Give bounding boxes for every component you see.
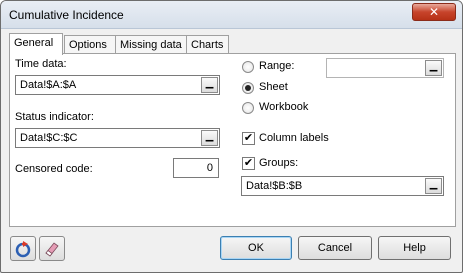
- close-button[interactable]: ✕: [412, 3, 456, 21]
- range-ref-button[interactable]: ▁: [425, 60, 442, 76]
- groups-field[interactable]: Data!$B:$B ▁: [241, 176, 444, 196]
- window-title: Cumulative Incidence: [9, 8, 124, 22]
- groups-value: Data!$B:$B: [246, 180, 303, 192]
- sheet-radio[interactable]: [242, 82, 254, 94]
- reset-button[interactable]: [10, 236, 36, 261]
- tab-missing-data[interactable]: Missing data: [115, 35, 187, 54]
- button-bar: OK Cancel Help: [1, 230, 462, 272]
- general-panel: Time data: Data!$A:$A ▁ Status indicator…: [9, 53, 456, 227]
- column-labels-checkbox[interactable]: ✔: [242, 132, 255, 145]
- tab-general[interactable]: General: [9, 33, 63, 55]
- censored-code-label: Censored code:: [15, 163, 93, 175]
- groups-ref-button[interactable]: ▁: [425, 178, 442, 194]
- censored-code-field[interactable]: 0: [173, 158, 219, 178]
- status-indicator-ref-button[interactable]: ▁: [201, 130, 218, 146]
- range-radio[interactable]: [242, 61, 254, 73]
- range-label: Range:: [259, 60, 295, 72]
- sheet-label: Sheet: [259, 81, 288, 93]
- status-indicator-value: Data!$C:$C: [20, 132, 78, 144]
- time-data-value: Data!$A:$A: [20, 79, 77, 91]
- column-labels-label: Column labels: [259, 132, 329, 144]
- workbook-radio[interactable]: [242, 102, 254, 114]
- reset-icon: [15, 241, 31, 258]
- groups-label: Groups:: [259, 157, 299, 169]
- eraser-button[interactable]: [39, 236, 65, 261]
- ok-button[interactable]: OK: [220, 236, 292, 260]
- tab-options[interactable]: Options: [64, 35, 116, 54]
- time-data-field[interactable]: Data!$A:$A ▁: [15, 75, 220, 95]
- status-indicator-field[interactable]: Data!$C:$C ▁: [15, 128, 220, 148]
- title-bar: Cumulative Incidence ✕: [1, 1, 462, 29]
- time-data-ref-button[interactable]: ▁: [201, 77, 218, 93]
- range-field[interactable]: ▁: [326, 58, 444, 78]
- groups-checkbox[interactable]: ✔: [242, 157, 255, 170]
- time-data-label: Time data:: [15, 58, 67, 70]
- dialog-window: Cumulative Incidence ✕ General Options M…: [0, 0, 463, 273]
- tab-charts[interactable]: Charts: [186, 35, 229, 54]
- help-button[interactable]: Help: [378, 236, 451, 260]
- eraser-icon: [45, 242, 59, 257]
- cancel-button[interactable]: Cancel: [298, 236, 372, 260]
- workbook-label: Workbook: [259, 101, 309, 113]
- status-indicator-label: Status indicator:: [15, 111, 94, 123]
